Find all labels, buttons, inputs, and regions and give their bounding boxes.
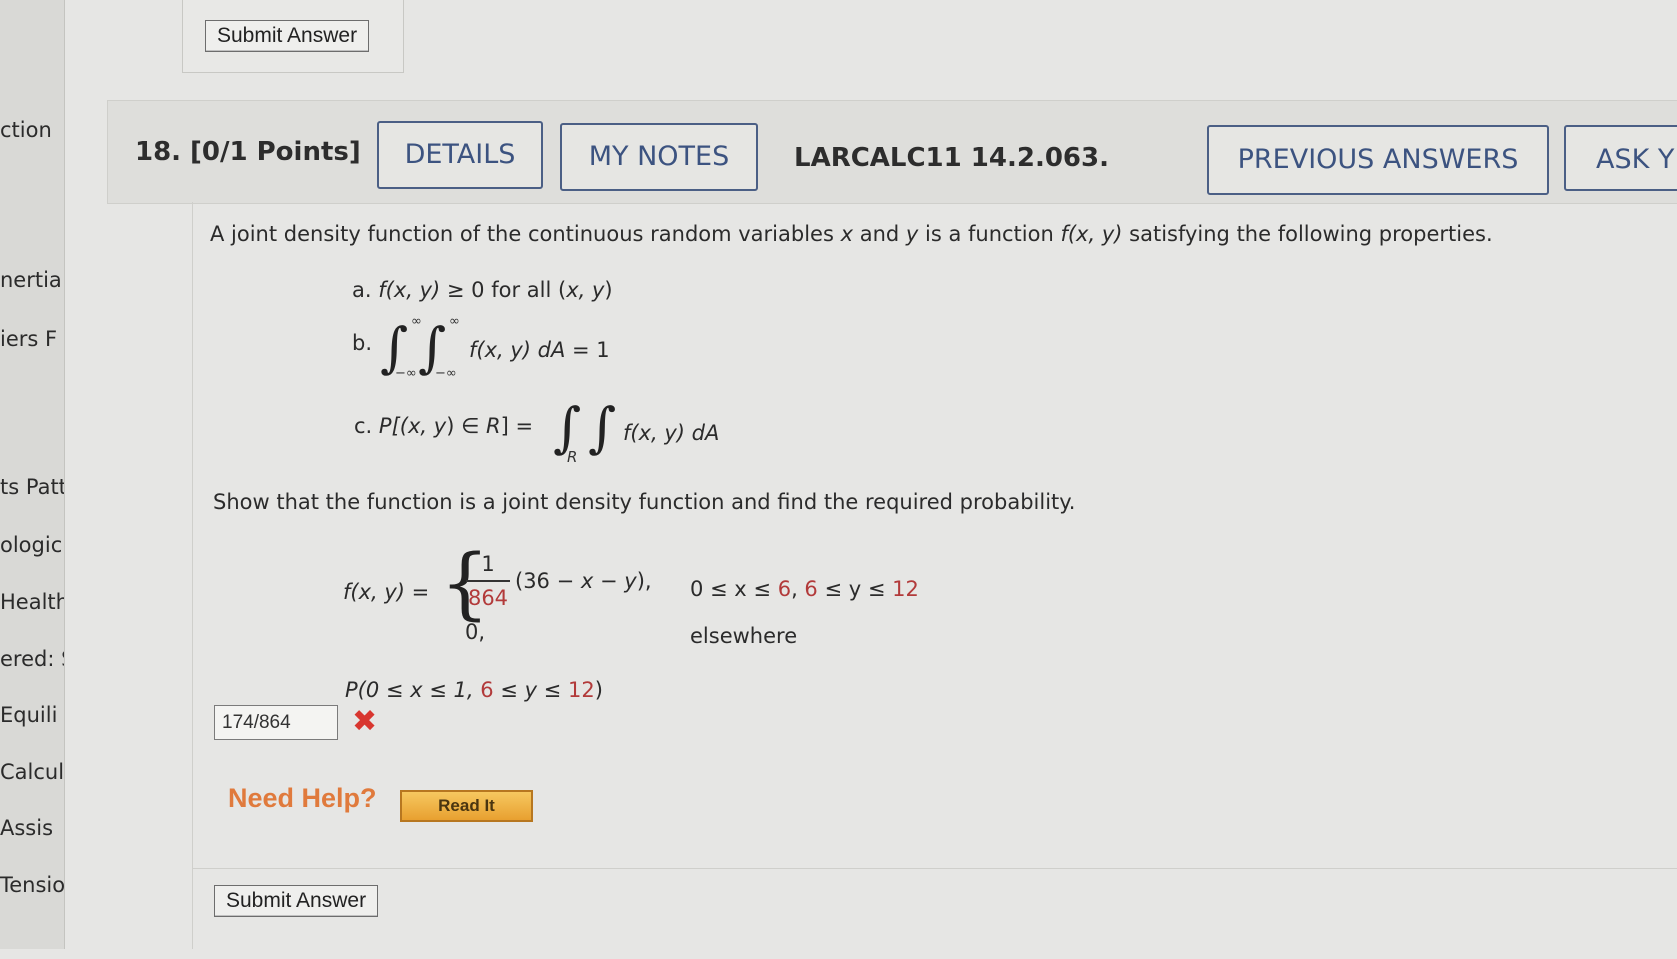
details-button[interactable]: DETAILS: [377, 121, 543, 189]
text: ≤ y ≤: [817, 577, 893, 601]
integral-sign-icon: ∫: [553, 396, 582, 459]
submit-answer-button-top[interactable]: Submit Answer: [205, 20, 370, 52]
highlight-value: 12: [567, 678, 595, 702]
sidebar-item[interactable]: Health: [0, 590, 64, 614]
property-c-expr: f(x, y) dA: [623, 421, 720, 445]
text: P(0 ≤ x ≤ 1,: [345, 678, 481, 702]
probability-expression: P(0 ≤ x ≤ 1, 6 ≤ y ≤ 12): [345, 678, 603, 702]
lower-limit: −∞: [435, 366, 457, 381]
sidebar-item[interactable]: iers F: [0, 327, 64, 351]
integral-sign-icon: ∫: [588, 396, 617, 459]
highlight-value: 6: [480, 678, 494, 702]
sidebar-item[interactable]: ts Patt: [0, 475, 64, 499]
question-header: 18. [0/1 Points] DETAILS MY NOTES LARCAL…: [107, 100, 1677, 204]
upper-limit: ∞: [449, 314, 460, 329]
case-2-condition: elsewhere: [690, 624, 798, 648]
intro-text: A joint density function of the continuo…: [210, 222, 1493, 246]
text: −: [593, 569, 625, 593]
property-b-label: b.: [352, 331, 373, 355]
label: c.: [354, 414, 373, 438]
text: P[(: [378, 414, 408, 438]
region-r: R: [486, 414, 501, 438]
text: 0 ≤ x ≤: [690, 577, 778, 601]
my-notes-button[interactable]: MY NOTES: [560, 123, 758, 191]
sidebar-item[interactable]: Tensio: [0, 873, 64, 897]
function-f: f(x, y): [378, 278, 441, 302]
function-lhs: f(x, y) =: [343, 580, 430, 604]
question-number: 18.: [135, 137, 182, 167]
sidebar-item[interactable]: nertia: [0, 268, 64, 292]
sidebar-item[interactable]: ologic: [0, 533, 64, 557]
sidebar-item[interactable]: ction: [0, 118, 64, 142]
need-help-label: Need Help?: [228, 783, 377, 813]
vars: x, y: [407, 414, 447, 438]
question-points: [0/1 Points]: [190, 137, 361, 167]
question-code: LARCALC11 14.2.063.: [794, 143, 1109, 173]
bottom-panel: [192, 868, 1677, 959]
region-subscript: R: [567, 448, 578, 466]
text: ,: [791, 577, 805, 601]
text: = 1: [565, 338, 610, 362]
answer-input[interactable]: [214, 705, 338, 740]
label: a.: [352, 278, 372, 302]
text: ] =: [500, 414, 534, 438]
highlight-value: 6: [777, 577, 792, 601]
text: ),: [636, 569, 652, 593]
text: ): [594, 678, 603, 702]
text: and: [853, 222, 906, 246]
property-b-expr: f(x, y) dA = 1: [469, 338, 610, 362]
text: ): [604, 278, 613, 302]
previous-answers-button[interactable]: PREVIOUS ANSWERS: [1207, 125, 1549, 195]
var-x: x: [840, 222, 854, 246]
sidebar-item[interactable]: Assis: [0, 816, 64, 840]
case-1-condition: 0 ≤ x ≤ 6, 6 ≤ y ≤ 12: [690, 577, 919, 601]
text: ≥ 0 for all (: [440, 278, 567, 302]
fraction-denominator: 864: [467, 586, 509, 610]
x-mark-icon: ✖: [352, 704, 378, 739]
highlight-value: 12: [892, 577, 919, 601]
lower-limit: −∞: [395, 366, 417, 381]
read-it-button[interactable]: Read It: [400, 790, 533, 822]
property-c: c. P[(x, y) ∈ R] =: [354, 414, 533, 438]
sidebar-item[interactable]: Calcula: [0, 760, 64, 784]
function-f: f(x, y): [1060, 222, 1123, 246]
text: ) ∈: [446, 414, 487, 438]
upper-limit: ∞: [411, 314, 422, 329]
sidebar: ction nertia iers F ts Patt ologic Healt…: [0, 0, 65, 949]
highlight-value: 6: [804, 577, 818, 601]
vars: x, y: [566, 278, 605, 302]
var-x: x: [580, 569, 594, 593]
sidebar-item[interactable]: ered: S: [0, 647, 64, 671]
text: is a function: [918, 222, 1061, 246]
var-y: y: [624, 569, 637, 593]
fraction-bar: [466, 580, 510, 582]
property-a: a. f(x, y) ≥ 0 for all (x, y): [352, 278, 613, 302]
case-1-expression: (36 − x − y),: [515, 569, 652, 593]
text: satisfying the following properties.: [1122, 222, 1493, 246]
text: A joint density function of the continuo…: [210, 222, 841, 246]
fraction-numerator: 1: [481, 552, 495, 576]
integrand: f(x, y) dA: [469, 338, 566, 362]
text: (36 −: [515, 569, 581, 593]
text: ≤ y ≤: [493, 678, 568, 702]
case-2-expression: 0,: [465, 620, 486, 644]
submit-answer-button[interactable]: Submit Answer: [214, 885, 379, 917]
ask-your-teacher-button[interactable]: ASK Y: [1564, 125, 1677, 191]
var-y: y: [905, 222, 919, 246]
instruction-text: Show that the function is a joint densit…: [213, 490, 1076, 514]
sidebar-item[interactable]: Equili: [0, 703, 64, 727]
